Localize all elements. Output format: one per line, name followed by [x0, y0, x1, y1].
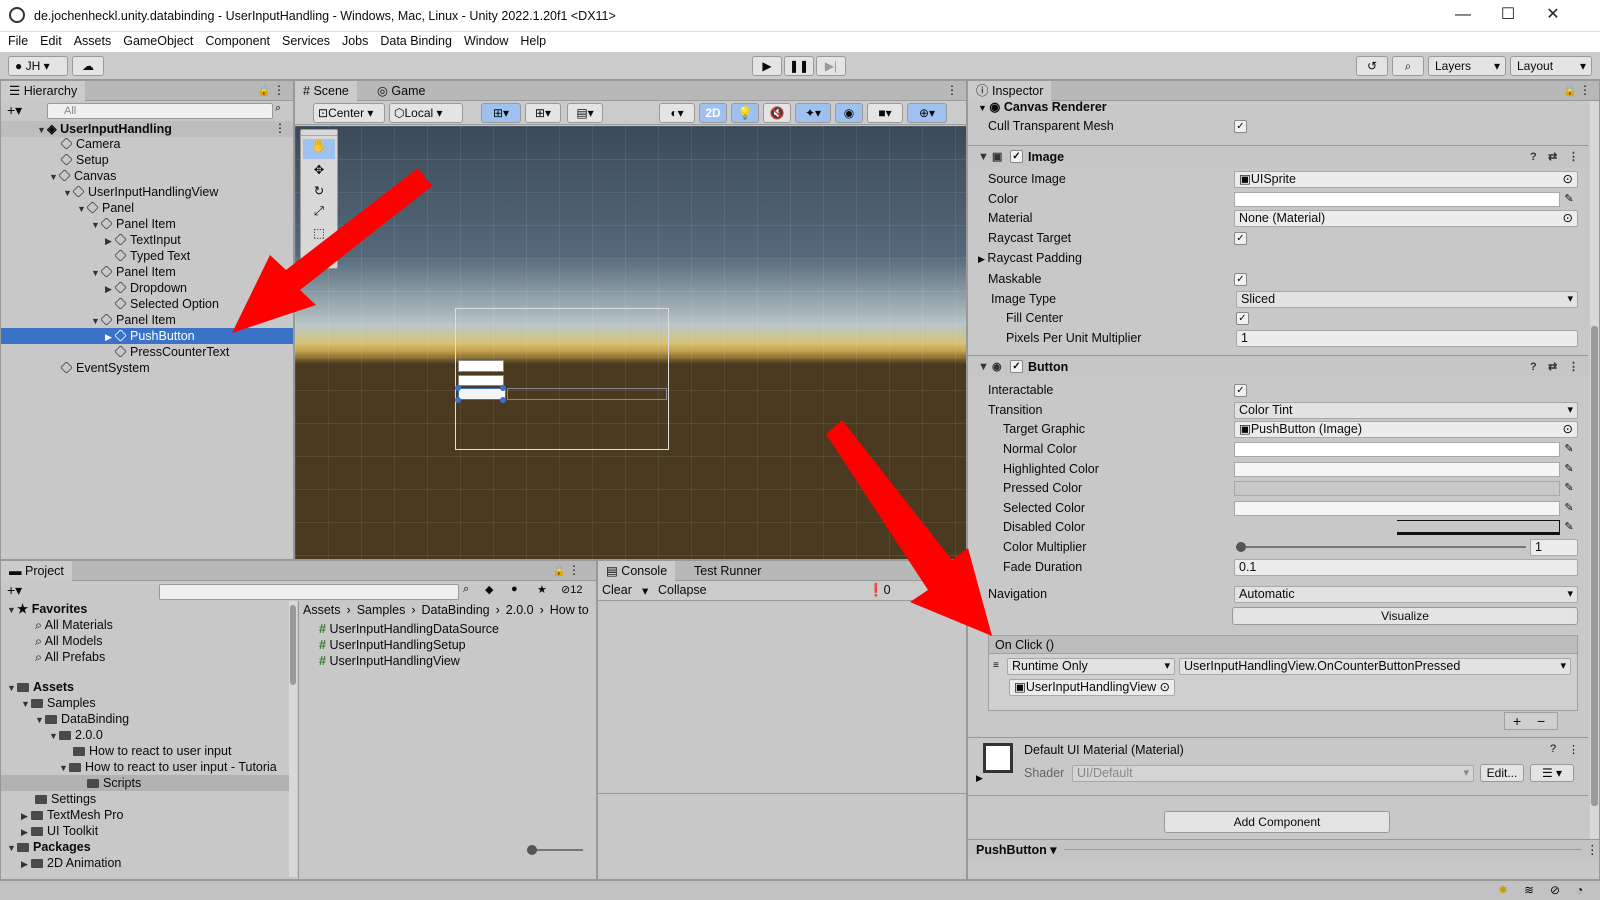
- arrow-to-onclick: [826, 420, 992, 636]
- arrow-to-pushbutton: [232, 168, 432, 333]
- annotation-arrows: [232, 168, 992, 636]
